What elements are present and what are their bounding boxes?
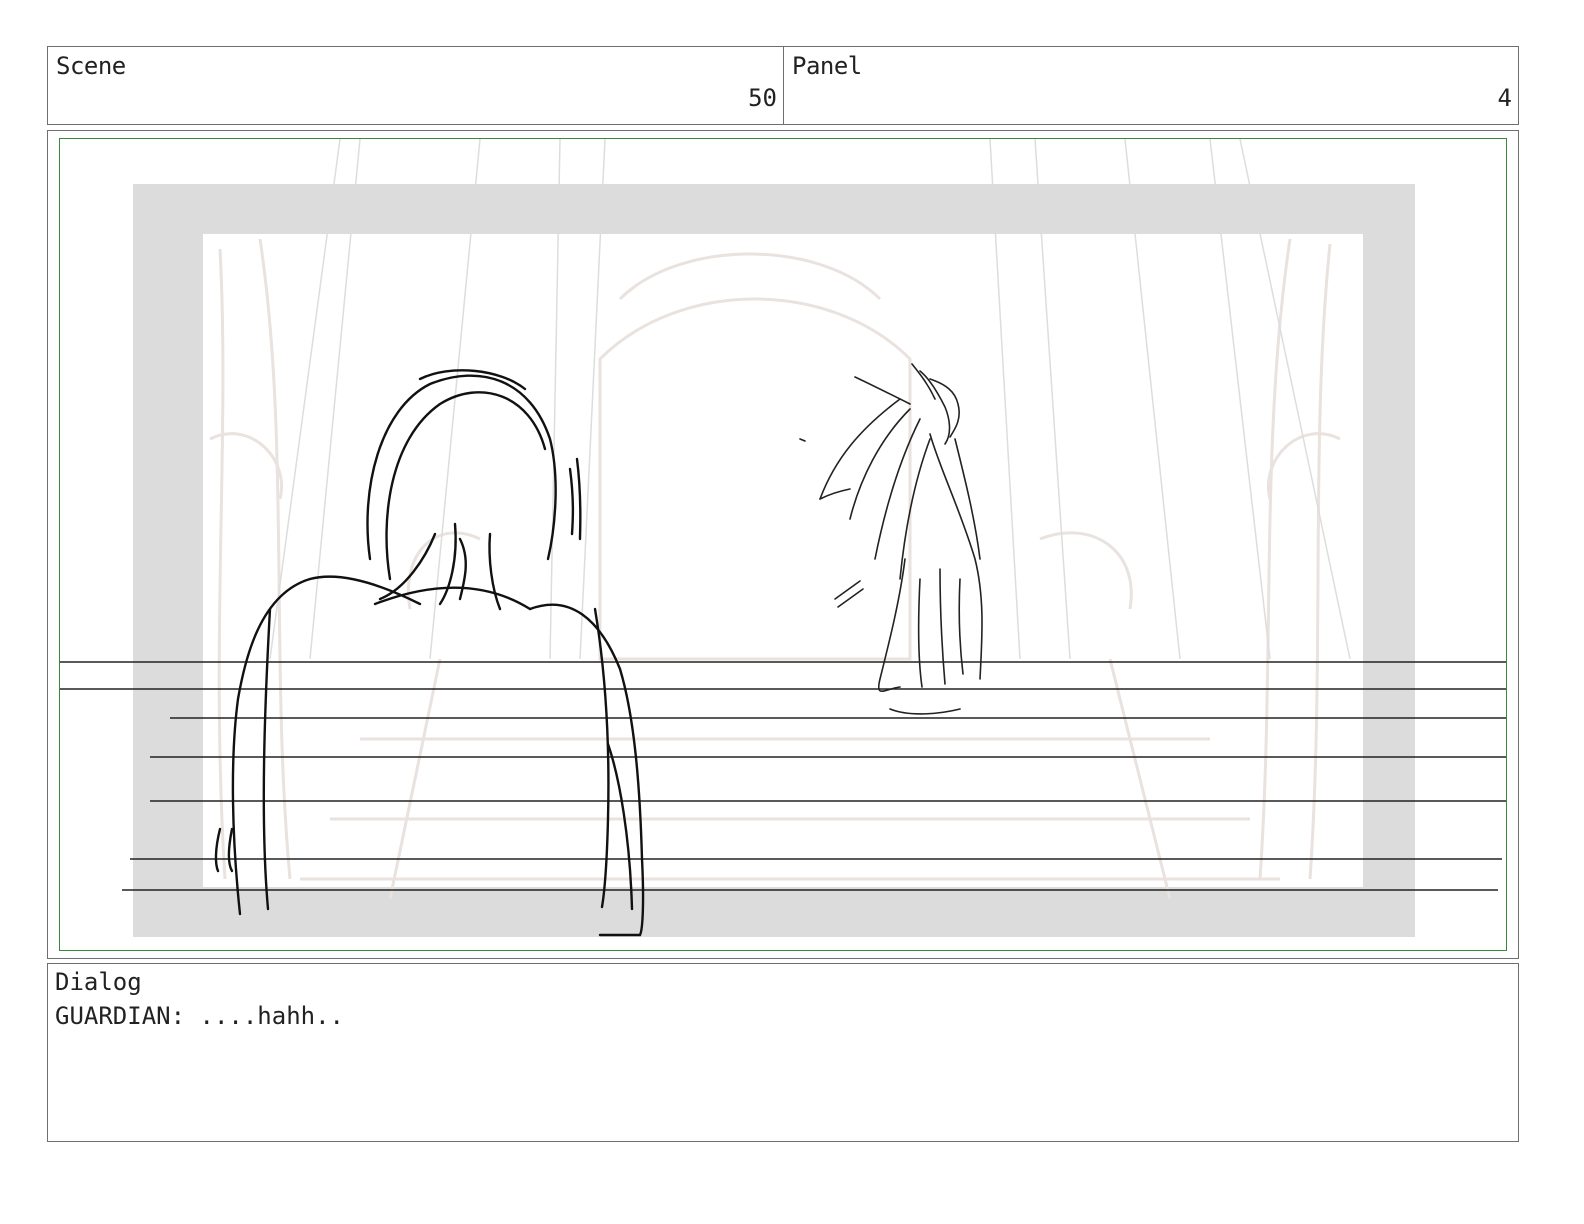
- storyboard-frame: [47, 130, 1519, 959]
- panel-header: Panel 4: [783, 46, 1519, 125]
- dialog-box: Dialog GUARDIAN: ....hahh..: [47, 963, 1519, 1142]
- dialog-label: Dialog: [55, 968, 142, 996]
- scene-label: Scene: [56, 52, 126, 80]
- horizontal-guide-lines: [60, 661, 1506, 891]
- dialog-text: GUARDIAN: ....hahh..: [55, 1002, 344, 1030]
- panel-label: Panel: [792, 52, 862, 80]
- safe-area-frame: [59, 138, 1507, 951]
- scene-number: 50: [748, 84, 777, 112]
- title-safe-area: [133, 184, 1415, 937]
- storyboard-sketch: [60, 139, 1506, 937]
- scene-header: Scene 50: [47, 46, 784, 125]
- panel-number: 4: [1497, 84, 1512, 112]
